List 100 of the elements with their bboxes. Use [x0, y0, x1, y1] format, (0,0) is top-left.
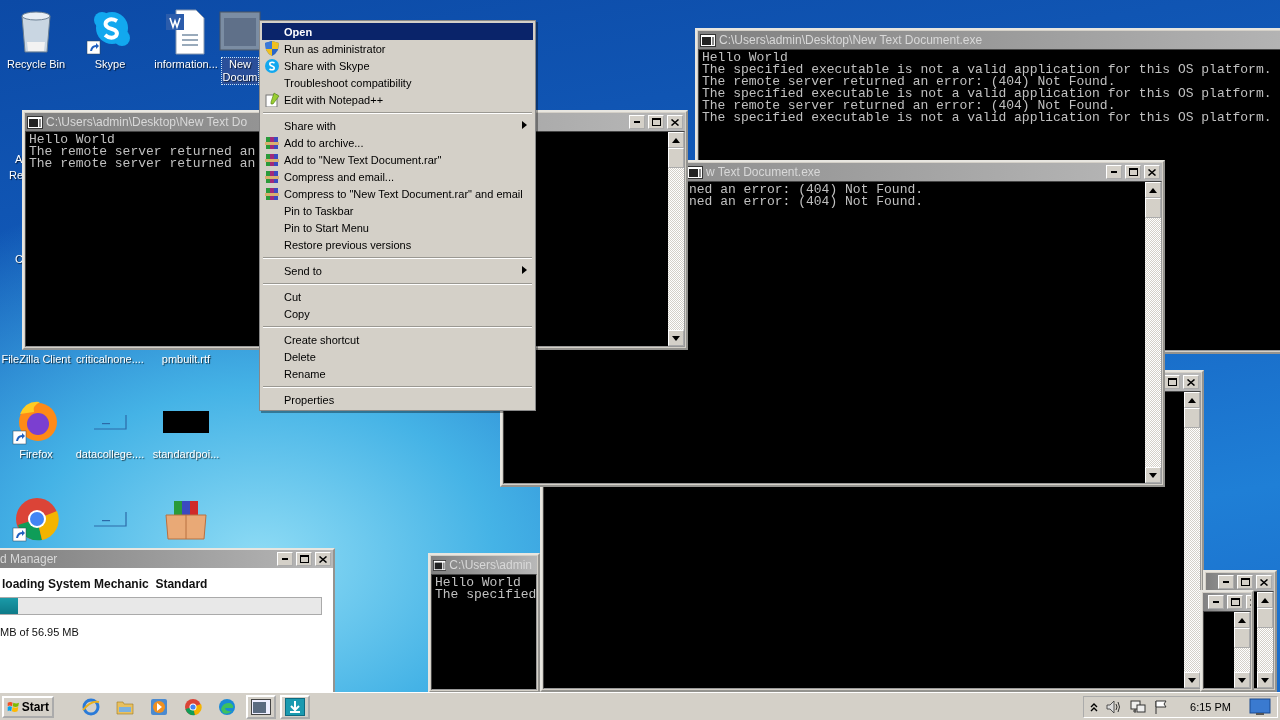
minimize-button[interactable] — [1218, 575, 1234, 589]
icon-label[interactable]: FileZilla Client — [0, 353, 72, 366]
triangle-down-icon — [672, 335, 680, 341]
maximize-button[interactable] — [648, 115, 664, 129]
close-icon — [671, 118, 679, 126]
icon-label[interactable]: New Docum — [221, 58, 259, 84]
menu-item[interactable]: Copy — [262, 305, 533, 322]
scroll-thumb[interactable] — [1184, 408, 1200, 428]
network-icon[interactable] — [1130, 699, 1147, 714]
maximize-button[interactable] — [1237, 575, 1253, 589]
console-line: ned an error: (404) Not Found. — [689, 184, 924, 196]
window-title: C:\Users\admin\Desktop\New Text Do — [46, 115, 248, 129]
console-line: The remote server returned an — [29, 146, 256, 158]
menu-item[interactable]: Edit with Notepad++ — [262, 91, 533, 108]
menu-item[interactable]: Compress to "New Text Document.rar" and email — [262, 185, 533, 202]
archive-icon — [265, 152, 279, 167]
minimize-button[interactable] — [1208, 595, 1224, 609]
start-button[interactable]: Start — [2, 695, 54, 718]
menu-item[interactable]: Delete — [262, 348, 533, 365]
scroll-down-button[interactable] — [1257, 672, 1273, 688]
menu-item[interactable]: Create shortcut — [262, 331, 533, 348]
menu-item[interactable]: Troubleshoot compatibility — [262, 74, 533, 91]
scroll-thumb[interactable] — [668, 148, 684, 168]
icon-label[interactable]: Skype — [93, 58, 127, 71]
scroll-up-button[interactable] — [1145, 182, 1161, 198]
icon-label[interactable]: A — [15, 153, 23, 165]
scroll-up-button[interactable] — [1184, 392, 1200, 408]
scroll-down-button[interactable] — [1145, 467, 1161, 483]
scroll-thumb[interactable] — [1234, 628, 1250, 648]
minimize-button[interactable] — [1106, 165, 1122, 179]
speaker-icon[interactable] — [1106, 699, 1123, 714]
close-icon — [1260, 578, 1268, 586]
menu-item[interactable]: Add to archive... — [262, 134, 533, 151]
triangle-down-icon — [1188, 677, 1196, 683]
maximize-icon — [299, 555, 309, 563]
minimize-button[interactable] — [277, 552, 293, 566]
browser-icon — [184, 697, 202, 716]
archive-icon — [265, 186, 279, 201]
taskbar-button[interactable] — [246, 694, 276, 719]
menu-item[interactable]: Properties — [262, 391, 533, 408]
scroll-down-button[interactable] — [668, 330, 684, 346]
close-button[interactable] — [1144, 165, 1160, 179]
icon-label[interactable]: C — [15, 253, 23, 265]
close-button[interactable] — [667, 115, 683, 129]
taskbar-button[interactable] — [280, 694, 310, 719]
scroll-down-button[interactable] — [1234, 672, 1250, 688]
triangle-down-icon — [1149, 472, 1157, 478]
menu-item[interactable]: Restore previous versions — [262, 236, 533, 253]
close-button[interactable] — [1256, 575, 1272, 589]
minimize-button[interactable] — [629, 115, 645, 129]
scrollbar[interactable] — [1145, 182, 1161, 483]
menu-item[interactable]: Share with — [262, 117, 533, 134]
menu-item[interactable]: Send to — [262, 262, 533, 279]
scroll-up-button[interactable] — [1257, 592, 1273, 608]
menu-item[interactable]: Compress and email... — [262, 168, 533, 185]
triangle-up-icon — [1238, 617, 1246, 623]
icon-label[interactable]: information... — [153, 58, 219, 71]
maximize-button[interactable] — [1125, 165, 1141, 179]
console-line: The specified executable is not a valid application for this OS platform. — [702, 88, 1272, 100]
console-icon — [433, 558, 447, 572]
icon-label[interactable]: Re — [9, 169, 24, 181]
console-icon — [700, 33, 716, 47]
window-title: w Text Document.exe — [706, 165, 821, 179]
scroll-up-button[interactable] — [1234, 612, 1250, 628]
icon-label[interactable]: Recycle Bin — [5, 58, 67, 71]
maximize-button[interactable] — [296, 552, 312, 566]
close-icon — [1148, 168, 1156, 176]
menu-item[interactable]: Rename — [262, 365, 533, 382]
clock[interactable]: 6:15 PM — [1190, 700, 1231, 713]
scrollbar[interactable] — [1257, 592, 1273, 688]
close-button[interactable] — [315, 552, 331, 566]
scroll-up-button[interactable] — [668, 132, 684, 148]
scroll-thumb[interactable] — [1145, 198, 1161, 218]
close-button[interactable] — [1183, 375, 1199, 389]
browser-icon — [218, 697, 236, 716]
maximize-icon — [1240, 578, 1250, 586]
chevron-up-icon[interactable] — [1090, 701, 1099, 712]
notepad-icon — [264, 92, 280, 107]
scrollbar[interactable] — [668, 132, 684, 346]
menu-item[interactable]: Pin to Start Menu — [262, 219, 533, 236]
menu-item[interactable]: Open — [262, 23, 533, 40]
menu-item[interactable]: Cut — [262, 288, 533, 305]
flag-icon[interactable] — [1154, 699, 1169, 714]
chat-icon — [265, 58, 279, 73]
menu-item[interactable]: Pin to Taskbar — [262, 202, 533, 219]
scrollbar[interactable] — [1234, 612, 1250, 688]
minimize-icon — [1213, 601, 1219, 603]
maximize-icon — [651, 118, 661, 126]
triangle-down-icon — [1261, 677, 1269, 683]
console-line: The remote server returned an error: (404) Not Found. — [702, 76, 1116, 88]
menu-item[interactable]: Add to "New Text Document.rar" — [262, 151, 533, 168]
minimize-icon — [1111, 171, 1117, 173]
scroll-thumb[interactable] — [1257, 608, 1273, 628]
menu-item[interactable]: Share with Skype — [262, 57, 533, 74]
scrollbar[interactable] — [1184, 392, 1200, 688]
scroll-down-button[interactable] — [1184, 672, 1200, 688]
maximize-button[interactable] — [1227, 595, 1243, 609]
menu-item[interactable]: Run as administrator — [262, 40, 533, 57]
minimize-icon — [1223, 581, 1229, 583]
monitor-icon[interactable] — [1249, 697, 1271, 716]
